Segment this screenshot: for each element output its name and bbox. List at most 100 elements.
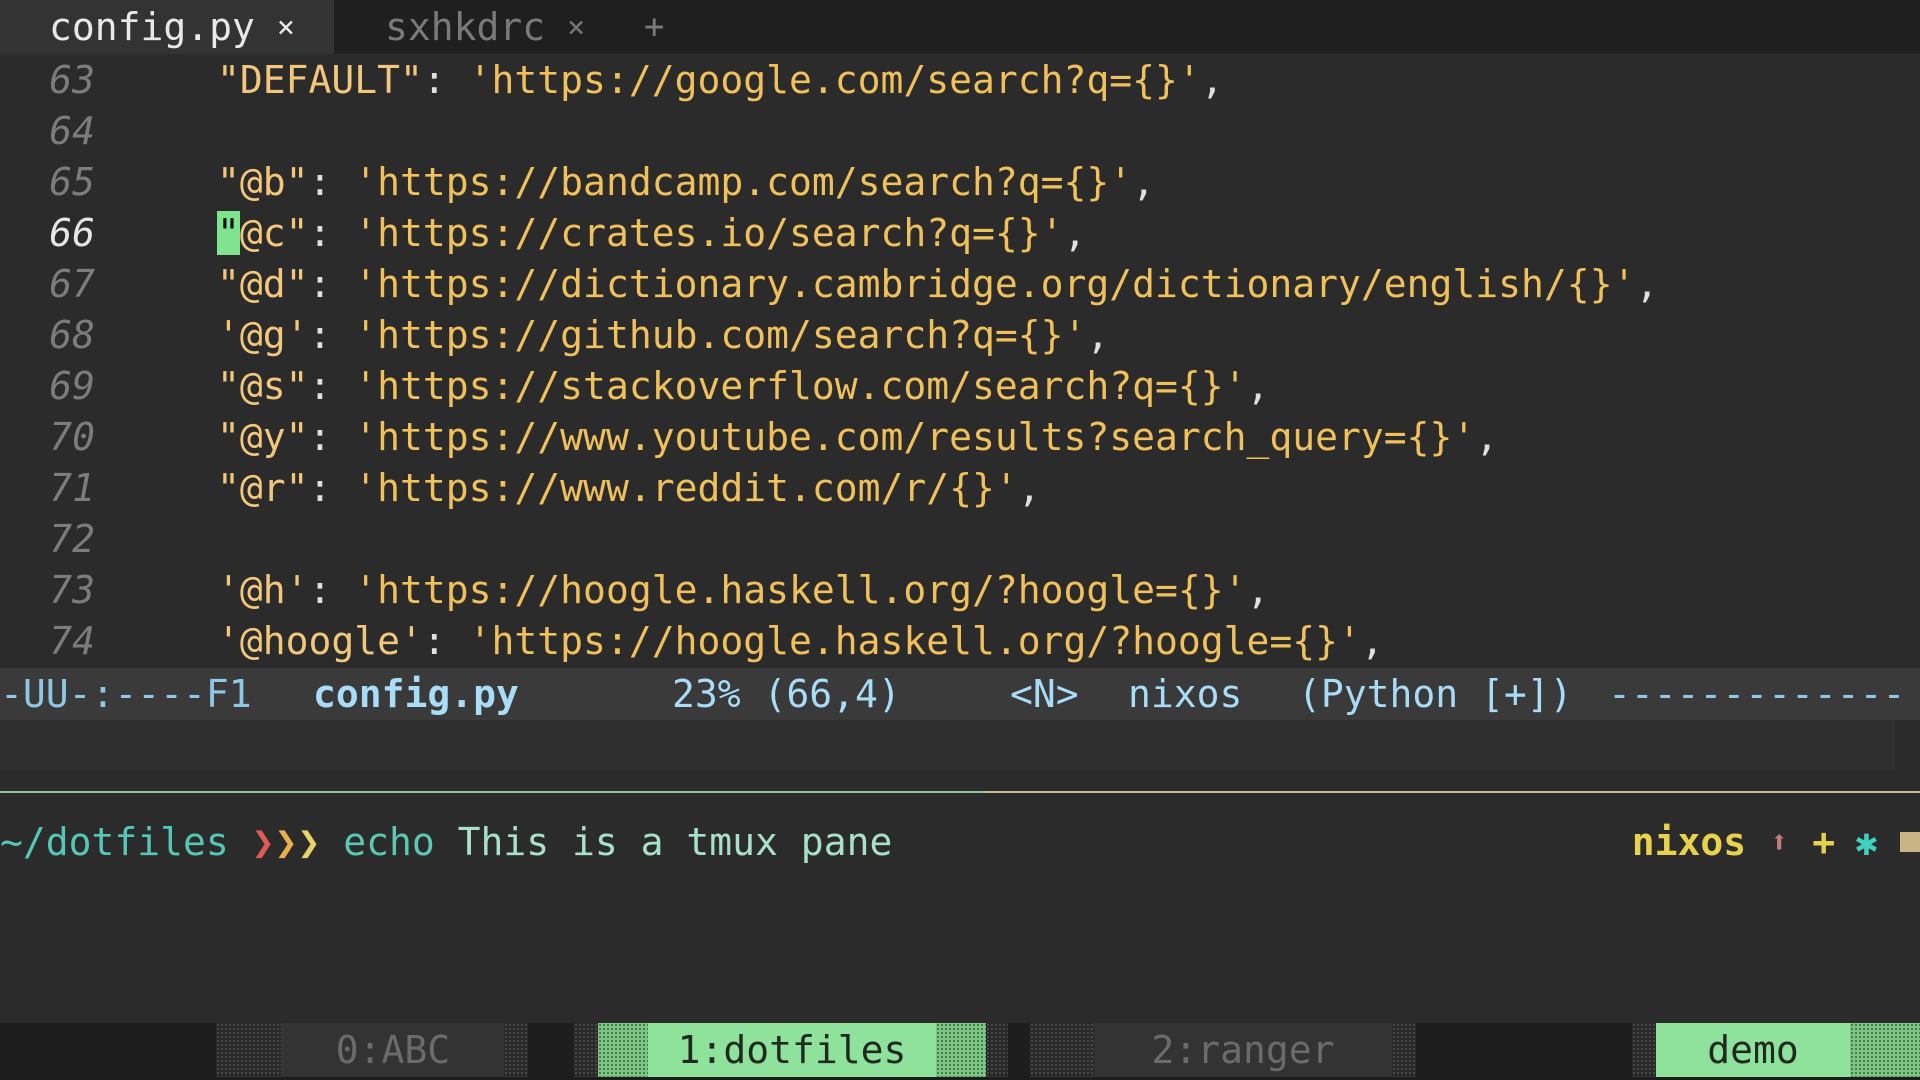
close-icon[interactable]: × xyxy=(567,10,585,45)
prompt-arrow-icon: ❯ xyxy=(251,820,275,864)
code-text: "DEFAULT": 'https://google.com/search?q=… xyxy=(217,58,1224,102)
comma: , xyxy=(1063,210,1087,255)
plus-icon: + xyxy=(1812,820,1836,864)
window-separator xyxy=(216,1023,282,1077)
window-separator xyxy=(574,1023,598,1077)
current-directory: ~/dotfiles xyxy=(0,820,229,864)
session-separator xyxy=(1632,1023,1656,1077)
line-number: 72 xyxy=(49,516,95,561)
comma: , xyxy=(1200,57,1224,102)
code-text: '@hoogle': 'https://hoogle.haskell.org/?… xyxy=(217,619,1384,663)
colon: : xyxy=(308,312,355,357)
code-text: "@r": 'https://www.reddit.com/r/{}', xyxy=(217,466,1041,510)
session-separator xyxy=(1850,1023,1920,1077)
code-line[interactable]: 73 '@h': 'https://hoogle.haskell.org/?hoo… xyxy=(0,564,1920,615)
code-text: '@h': 'https://hoogle.haskell.org/?hoogl… xyxy=(217,568,1269,612)
prompt-arrow-icon: ❯ xyxy=(274,820,298,864)
line-number: 69 xyxy=(49,363,95,408)
comma: , xyxy=(1246,567,1270,612)
close-icon[interactable]: × xyxy=(277,10,295,45)
comma: , xyxy=(1017,465,1041,510)
command-args: This is a tmux pane xyxy=(457,820,893,864)
code-text: '@g': 'https://github.com/search?q={}', xyxy=(217,313,1109,357)
url-string: 'https://github.com/search?q={}' xyxy=(354,312,1087,357)
code-line[interactable]: 66 "@c": 'https://crates.io/search?q={}', xyxy=(0,207,1920,258)
dict-key: "@d" xyxy=(217,261,309,306)
right-prompt: nixos ⬆ + ✱ xyxy=(1632,813,1920,871)
tmux-status-bar: 0:ABC 1:dotfiles 2:ranger demo xyxy=(0,1023,1920,1080)
code-line[interactable]: 65 "@b": 'https://bandcamp.com/search?q={… xyxy=(0,156,1920,207)
prompt-arrow-icon: ❯ xyxy=(297,820,321,864)
code-line[interactable]: 71 "@r": 'https://www.reddit.com/r/{}', xyxy=(0,462,1920,513)
arrow-up-icon: ⬆ xyxy=(1770,824,1789,860)
shell-pane[interactable]: ~/dotfiles ❯ ❯ ❯ echo This is a tmux pane … xyxy=(0,793,1920,1023)
window-separator xyxy=(986,1023,1008,1077)
colon: : xyxy=(308,567,355,612)
major-mode[interactable]: (Python [+]) xyxy=(1298,672,1573,716)
line-number: 73 xyxy=(49,567,95,612)
dict-key: '@h' xyxy=(217,567,309,612)
tmux-window-0[interactable]: 0:ABC xyxy=(282,1023,504,1077)
line-number: 63 xyxy=(49,57,95,102)
line-number: 70 xyxy=(49,414,95,459)
command-name: echo xyxy=(343,820,435,864)
asterisk-icon: ✱ xyxy=(1855,820,1878,864)
code-line[interactable]: 69 "@s": 'https://stackoverflow.com/searc… xyxy=(0,360,1920,411)
tmux-session-name[interactable]: demo xyxy=(1656,1023,1850,1077)
url-string: 'https://bandcamp.com/search?q={}' xyxy=(354,159,1133,204)
dict-key: "@y" xyxy=(217,414,309,459)
colon: : xyxy=(308,261,355,306)
dict-key: '@hoogle' xyxy=(217,618,423,663)
code-line[interactable]: 72 xyxy=(0,513,1920,564)
dict-key: "@r" xyxy=(217,465,309,510)
line-number: 67 xyxy=(49,261,95,306)
dict-key: '@g' xyxy=(217,312,309,357)
tab-config-py[interactable]: config.py × xyxy=(0,0,334,54)
line-number: 64 xyxy=(49,108,95,153)
colon: : xyxy=(308,363,355,408)
line-number: 65 xyxy=(49,159,95,204)
text-cursor: " xyxy=(217,210,240,255)
code-line[interactable]: 74 '@hoogle': 'https://hoogle.haskell.org… xyxy=(0,615,1920,666)
url-string: 'https://google.com/search?q={}' xyxy=(468,57,1201,102)
url-string: 'https://dictionary.cambridge.org/dictio… xyxy=(354,261,1636,306)
prompt-line: ~/dotfiles ❯ ❯ ❯ echo This is a tmux pane xyxy=(0,813,892,871)
comma: , xyxy=(1475,414,1499,459)
tab-bar: config.py × sxhkdrc × + xyxy=(0,0,1920,54)
code-line[interactable]: 70 "@y": 'https://www.youtube.com/results… xyxy=(0,411,1920,462)
git-branch-host: nixos xyxy=(1631,820,1747,864)
cursor-position: 23% (66,4) xyxy=(672,672,901,716)
code-line[interactable]: 64 xyxy=(0,105,1920,156)
comma: , xyxy=(1086,312,1110,357)
code-line[interactable]: 63 "DEFAULT": 'https://google.com/search?… xyxy=(0,54,1920,105)
comma: , xyxy=(1360,618,1384,663)
dict-key: "@s" xyxy=(217,363,309,408)
url-string: 'https://www.reddit.com/r/{}' xyxy=(354,465,1018,510)
window-separator xyxy=(1030,1023,1094,1077)
code-editor[interactable]: 63 "DEFAULT": 'https://google.com/search?… xyxy=(0,54,1920,668)
url-string: 'https://hoogle.haskell.org/?hoogle={}' xyxy=(468,618,1361,663)
evil-state: <N> xyxy=(1010,672,1079,716)
comma: , xyxy=(1635,261,1659,306)
colon: : xyxy=(422,618,469,663)
code-line[interactable]: 68 '@g': 'https://github.com/search?q={}'… xyxy=(0,309,1920,360)
terminal-window: config.py × sxhkdrc × + 63 "DEFAULT": 'ht… xyxy=(0,0,1920,1080)
code-line[interactable]: 67 "@d": 'https://dictionary.cambridge.or… xyxy=(0,258,1920,309)
url-string: 'https://www.youtube.com/results?search_… xyxy=(354,414,1476,459)
add-tab-icon[interactable]: + xyxy=(644,0,664,54)
url-string: 'https://hoogle.haskell.org/?hoogle={}' xyxy=(354,567,1247,612)
host-name: nixos xyxy=(1128,672,1243,716)
window-separator xyxy=(1392,1023,1416,1077)
window-separator xyxy=(504,1023,528,1077)
minibuffer[interactable] xyxy=(0,720,1895,770)
buffer-name[interactable]: config.py xyxy=(313,672,519,716)
dict-key: "@b" xyxy=(217,159,309,204)
comma: , xyxy=(1246,363,1270,408)
code-text: "@y": 'https://www.youtube.com/results?s… xyxy=(217,415,1498,459)
tmux-window-2[interactable]: 2:ranger xyxy=(1094,1023,1392,1077)
colon: : xyxy=(308,210,355,255)
tab-sxhkdrc[interactable]: sxhkdrc × xyxy=(340,0,610,54)
colon: : xyxy=(308,465,355,510)
tmux-window-1[interactable]: 1:dotfiles xyxy=(648,1023,936,1077)
dict-key: "DEFAULT" xyxy=(217,57,423,102)
